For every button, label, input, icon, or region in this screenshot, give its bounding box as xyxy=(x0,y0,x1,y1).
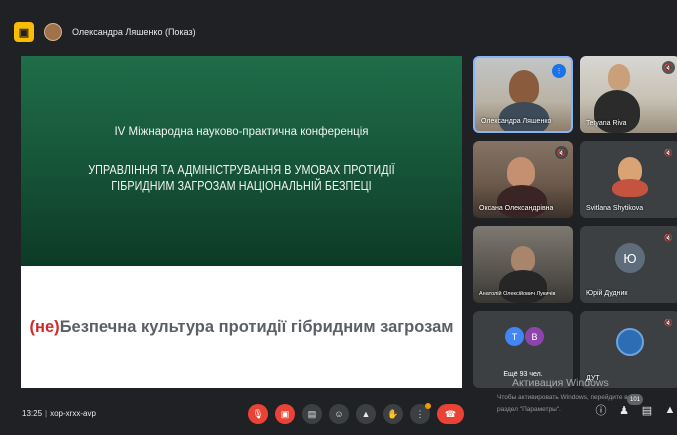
camera-toggle-button[interactable]: ▣ xyxy=(275,404,295,424)
participant-avatar: Т xyxy=(505,327,524,346)
participant-tile[interactable]: Ю 🔇 Юрій Дудник xyxy=(580,226,677,303)
participant-avatar: В xyxy=(525,327,544,346)
participant-video xyxy=(509,70,539,104)
people-button[interactable]: ♟ xyxy=(617,401,631,419)
participant-avatar xyxy=(616,328,644,356)
leave-call-button[interactable]: ☎ xyxy=(437,404,464,424)
windows-activation-title: Активация Windows xyxy=(512,377,609,389)
activities-icon: ▲ xyxy=(664,404,676,416)
participant-tile[interactable]: ⋮ Олександра Ляшенко xyxy=(473,56,573,133)
call-end-icon: ☎ xyxy=(444,408,457,419)
meeting-info: 13:25 | xop-xrxx-avp xyxy=(22,409,96,418)
activities-button[interactable]: ▲ xyxy=(663,401,677,419)
speaking-indicator-icon: ⋮ xyxy=(552,64,566,78)
participant-name: Олександра Ляшенко xyxy=(481,118,552,125)
slide-conference-title: IV Міжнародна науково-практична конферен… xyxy=(114,126,369,138)
participant-video xyxy=(499,270,547,303)
participant-video xyxy=(511,246,535,272)
slide-subtitle-prefix: (не) xyxy=(29,318,60,336)
slide-subtitle: (не)Безпечна культура протидії гібридним… xyxy=(21,318,462,337)
participant-tile[interactable]: Анатолій Олексійович Лукичів xyxy=(473,226,573,303)
chat-button[interactable]: ▤ xyxy=(640,401,654,419)
participant-video xyxy=(507,157,535,187)
separator: | xyxy=(45,409,48,418)
hand-icon: ✋ xyxy=(387,408,399,419)
info-icon: ⓘ xyxy=(595,405,607,417)
presenter-avatar xyxy=(44,23,62,41)
meet-window: ▣ Олександра Ляшенко (Показ) IV Міжнарод… xyxy=(0,0,677,435)
shared-slide: IV Міжнародна науково-практична конферен… xyxy=(21,56,462,388)
notification-dot xyxy=(425,403,431,409)
participant-name: Анатолій Олексійович Лукичів xyxy=(479,291,556,297)
top-bar: ▣ Олександра Ляшенко (Показ) xyxy=(14,20,196,44)
reactions-button[interactable]: ☺ xyxy=(329,404,349,424)
raise-hand-button[interactable]: ✋ xyxy=(383,404,403,424)
present-icon: ▲ xyxy=(361,409,371,419)
present-button[interactable]: ▲ xyxy=(356,404,376,424)
emoji-icon: ☺ xyxy=(334,409,344,419)
meeting-details-button[interactable]: ⓘ xyxy=(594,401,608,419)
more-options-button[interactable]: ⋮ xyxy=(410,403,431,424)
mic-off-icon: 🔇 xyxy=(555,146,568,159)
participant-video xyxy=(497,185,547,218)
windows-activation-text: Чтобы активировать Windows, перейдите в xyxy=(497,394,628,401)
call-controls: 🎙 ▣ ▤ ☺ ▲ ✋ ⋮ ☎ xyxy=(248,401,464,427)
participant-avatar xyxy=(612,179,648,197)
participant-tile[interactable]: 🔇 Tetyana Riva xyxy=(580,56,677,133)
participant-name: Tetyana Riva xyxy=(586,120,627,127)
closed-captions-icon: ▤ xyxy=(307,408,317,419)
slide-subtitle-text: Безпечна культура протидії гібридним заг… xyxy=(59,318,454,336)
clock-time: 13:25 xyxy=(22,409,43,418)
people-icon: ♟ xyxy=(619,404,629,417)
participant-video xyxy=(608,64,630,90)
meeting-code: xop-xrxx-avp xyxy=(50,409,96,418)
mic-off-icon: 🔇 xyxy=(664,149,673,157)
present-to-all-icon[interactable]: ▣ xyxy=(14,22,34,42)
participant-tile[interactable]: 🔇 Оксана Олександрівна xyxy=(473,141,573,218)
slide-title-line: УПРАВЛІННЯ ТА АДМІНІСТРУВАННЯ В УМОВАХ П… xyxy=(88,163,395,177)
side-panel-buttons: ⓘ ♟ ▤ ▲ xyxy=(594,401,677,419)
participant-name: Svitlana Shytikova xyxy=(586,205,644,212)
slide-title-line: ГІБРИДНИМ ЗАГРОЗАМ НАЦІОНАЛЬНІЙ БЕЗПЕЦІ xyxy=(111,179,372,193)
mic-off-icon: 🎙 xyxy=(252,408,264,419)
more-vert-icon: ⋮ xyxy=(415,408,425,419)
windows-activation-text: раздел "Параметры". xyxy=(497,406,561,413)
slide-header-band xyxy=(21,56,462,266)
slide-main-title: УПРАВЛІННЯ ТА АДМІНІСТРУВАННЯ В УМОВАХ П… xyxy=(86,162,396,194)
presenter-name: Олександра Ляшенко (Показ) xyxy=(72,27,196,37)
captions-button[interactable]: ▤ xyxy=(302,404,322,424)
mic-off-icon: 🔇 xyxy=(664,234,673,242)
camera-off-icon: ▣ xyxy=(280,408,290,419)
mic-off-icon: 🔇 xyxy=(664,319,673,327)
participant-name: Юрій Дудник xyxy=(586,290,628,297)
mic-off-icon: 🔇 xyxy=(662,61,675,74)
participant-avatar: Ю xyxy=(615,243,645,273)
chat-icon: ▤ xyxy=(641,404,653,417)
participant-tile[interactable]: 🔇 Svitlana Shytikova xyxy=(580,141,677,218)
mic-toggle-button[interactable]: 🎙 xyxy=(248,404,268,424)
participant-name: Оксана Олександрівна xyxy=(479,205,554,212)
